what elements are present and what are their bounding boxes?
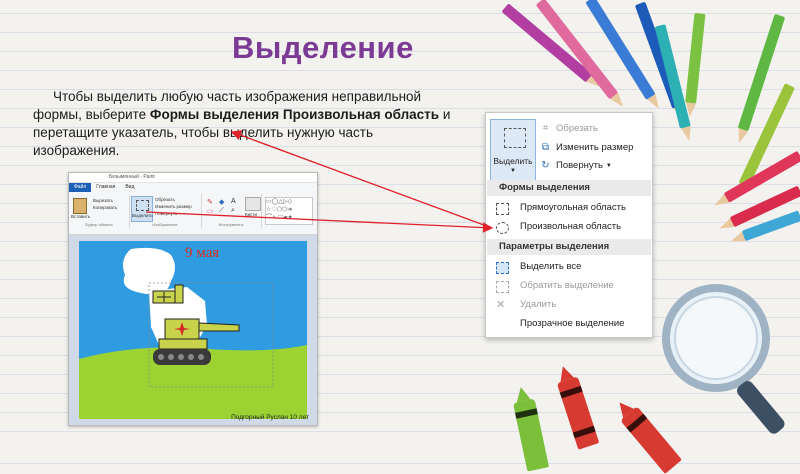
- pointer-arrows: [145, 130, 494, 233]
- slide: Выделение Чтобы выделить любую часть изо…: [0, 0, 800, 474]
